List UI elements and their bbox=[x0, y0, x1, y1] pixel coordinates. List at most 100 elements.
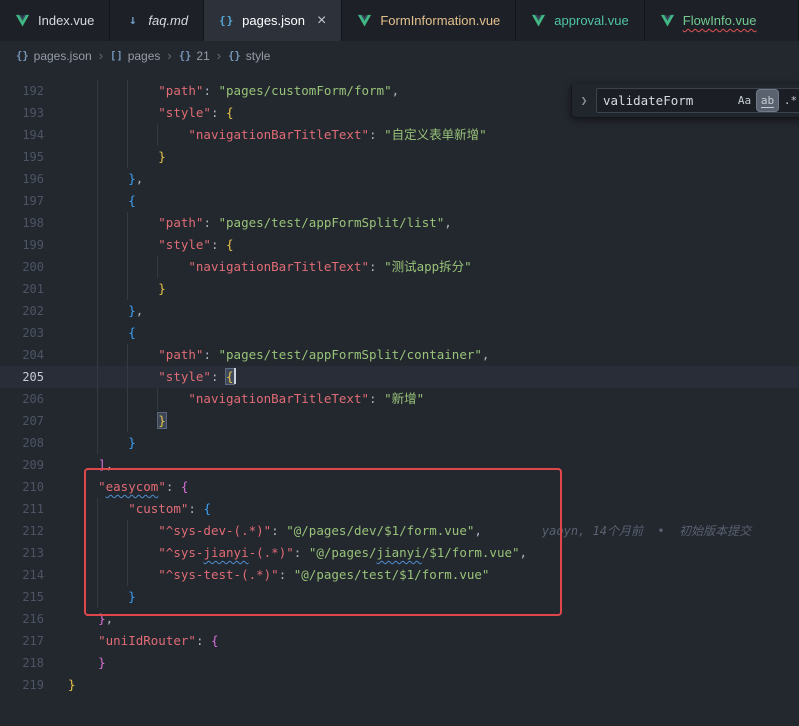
code-line[interactable]: 213"^sys-jianyi-(.*)": "@/pages/jianyi/$… bbox=[0, 542, 799, 564]
line-number: 194 bbox=[0, 124, 44, 146]
tab-forminformation-vue[interactable]: FormInformation.vue bbox=[342, 0, 516, 41]
breadcrumb-label: pages.json bbox=[34, 49, 92, 63]
tab-approval-vue[interactable]: approval.vue bbox=[516, 0, 644, 41]
regex-button[interactable]: .* bbox=[780, 90, 799, 111]
tab-label: faq.md bbox=[148, 13, 188, 28]
breadcrumb-separator: › bbox=[167, 48, 171, 63]
close-icon[interactable]: × bbox=[317, 13, 326, 29]
git-blame-annotation: yaoyn, 14个月前 • 初始版本提交 bbox=[542, 524, 751, 538]
match-case-button[interactable]: Aa bbox=[734, 90, 755, 111]
indent-guide bbox=[98, 388, 128, 410]
find-widget: ❯ validateForm Aaab.* bbox=[571, 84, 799, 118]
code-line[interactable]: 210"easycom": { bbox=[0, 476, 799, 498]
indent-guide bbox=[68, 80, 98, 102]
code-line[interactable]: 203{ bbox=[0, 322, 799, 344]
line-number: 217 bbox=[0, 630, 44, 652]
code-line[interactable]: 200"navigationBarTitleText": "测试app拆分" bbox=[0, 256, 799, 278]
indent-guide bbox=[98, 80, 128, 102]
code-line[interactable]: 207} bbox=[0, 410, 799, 432]
code-line[interactable]: 205"style": { bbox=[0, 366, 799, 388]
code-line[interactable]: 206"navigationBarTitleText": "新增" bbox=[0, 388, 799, 410]
line-number: 206 bbox=[0, 388, 44, 410]
tab-flowinfo-vue[interactable]: FlowInfo.vue bbox=[645, 0, 799, 41]
code-line[interactable]: 194"navigationBarTitleText": "自定义表单新增" bbox=[0, 124, 799, 146]
indent-guide bbox=[98, 322, 128, 344]
indent-guide bbox=[68, 344, 98, 366]
indent-guide bbox=[68, 520, 98, 542]
indent-guide bbox=[68, 168, 98, 190]
indent-guide bbox=[68, 630, 98, 652]
indent-guide bbox=[98, 542, 128, 564]
tab-label: FlowInfo.vue bbox=[683, 13, 757, 28]
code-line[interactable]: 199"style": { bbox=[0, 234, 799, 256]
find-query[interactable]: validateForm bbox=[603, 93, 732, 108]
tab-faq-md[interactable]: ↓ faq.md bbox=[110, 0, 204, 41]
indent-guide bbox=[98, 520, 128, 542]
indent-guide bbox=[98, 564, 128, 586]
code-line[interactable]: 212"^sys-dev-(.*)": "@/pages/dev/$1/form… bbox=[0, 520, 799, 542]
code-line[interactable]: 217"uniIdRouter": { bbox=[0, 630, 799, 652]
indent-guide bbox=[128, 212, 158, 234]
indent-guide bbox=[128, 344, 158, 366]
indent-guide bbox=[68, 124, 98, 146]
toggle-replace-button[interactable]: ❯ bbox=[578, 94, 590, 107]
code-line[interactable]: 209], bbox=[0, 454, 799, 476]
indent-guide bbox=[128, 256, 158, 278]
indent-guide bbox=[128, 542, 158, 564]
whole-word-button[interactable]: ab bbox=[757, 90, 778, 111]
breadcrumb-item-pages[interactable]: []pages bbox=[110, 49, 160, 63]
breadcrumb-item-pages.json[interactable]: {}pages.json bbox=[16, 49, 92, 63]
indent-guide bbox=[68, 410, 98, 432]
indent-guide bbox=[98, 168, 128, 190]
vue-icon bbox=[15, 13, 30, 28]
indent-guide bbox=[68, 212, 98, 234]
indent-guide bbox=[68, 432, 98, 454]
code-line[interactable]: 198"path": "pages/test/appFormSplit/list… bbox=[0, 212, 799, 234]
indent-guide bbox=[128, 520, 158, 542]
markdown-icon: ↓ bbox=[125, 13, 140, 28]
breadcrumb-label: style bbox=[246, 49, 271, 63]
line-number: 196 bbox=[0, 168, 44, 190]
editor-pane[interactable]: 192"path": "pages/customForm/form",193"s… bbox=[0, 70, 799, 726]
breadcrumb-item-21[interactable]: {}21 bbox=[179, 49, 210, 63]
line-number: 215 bbox=[0, 586, 44, 608]
indent-guide bbox=[68, 498, 98, 520]
line-number: 198 bbox=[0, 212, 44, 234]
code-line[interactable]: 197{ bbox=[0, 190, 799, 212]
code-line[interactable]: 204"path": "pages/test/appFormSplit/cont… bbox=[0, 344, 799, 366]
indent-guide bbox=[68, 366, 98, 388]
tab-pages-json[interactable]: {}pages.json× bbox=[204, 0, 342, 41]
indent-guide bbox=[98, 212, 128, 234]
find-input[interactable]: validateForm Aaab.* bbox=[596, 88, 799, 113]
tab-index-vue[interactable]: Index.vue bbox=[0, 0, 110, 41]
indent-guide bbox=[68, 322, 98, 344]
line-number: 199 bbox=[0, 234, 44, 256]
code-line[interactable]: 211"custom": { bbox=[0, 498, 799, 520]
indent-guide bbox=[158, 256, 188, 278]
breadcrumb-item-style[interactable]: {}style bbox=[228, 49, 270, 63]
vue-icon bbox=[531, 13, 546, 28]
code-line[interactable]: 202}, bbox=[0, 300, 799, 322]
breadcrumb: {}pages.json›[]pages›{}21›{}style bbox=[0, 41, 799, 70]
code-line[interactable]: 201} bbox=[0, 278, 799, 300]
code-line[interactable]: 196}, bbox=[0, 168, 799, 190]
indent-guide bbox=[68, 190, 98, 212]
indent-guide bbox=[68, 652, 98, 674]
indent-guide bbox=[98, 586, 128, 608]
code-line[interactable]: 219} bbox=[0, 674, 799, 696]
line-number: 203 bbox=[0, 322, 44, 344]
indent-guide bbox=[68, 564, 98, 586]
vue-icon bbox=[357, 13, 372, 28]
indent-guide bbox=[98, 102, 128, 124]
code-line[interactable]: 216}, bbox=[0, 608, 799, 630]
line-number: 210 bbox=[0, 476, 44, 498]
code-line[interactable]: 214"^sys-test-(.*)": "@/pages/test/$1/fo… bbox=[0, 564, 799, 586]
code-line[interactable]: 208} bbox=[0, 432, 799, 454]
code-line[interactable]: 218} bbox=[0, 652, 799, 674]
code-line[interactable]: 215} bbox=[0, 586, 799, 608]
code-line[interactable]: 195} bbox=[0, 146, 799, 168]
line-number: 195 bbox=[0, 146, 44, 168]
indent-guide bbox=[98, 124, 128, 146]
code-area[interactable]: 192"path": "pages/customForm/form",193"s… bbox=[0, 70, 799, 696]
indent-guide bbox=[98, 234, 128, 256]
